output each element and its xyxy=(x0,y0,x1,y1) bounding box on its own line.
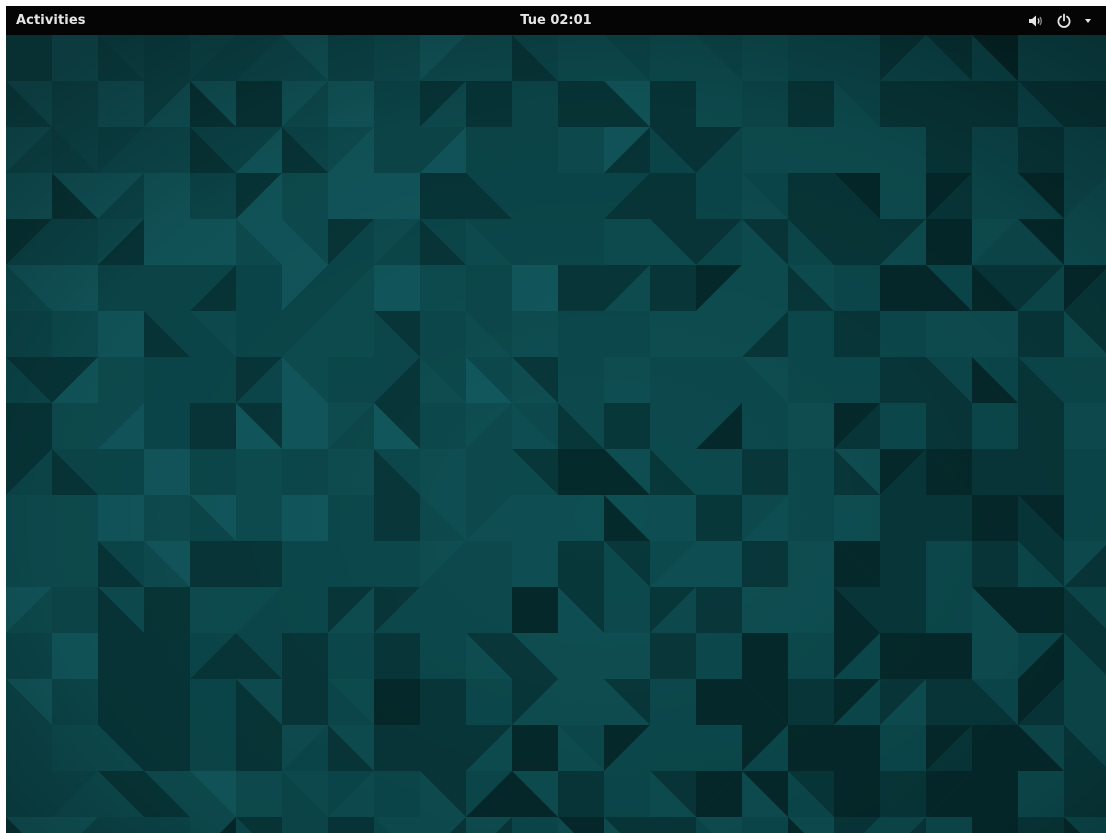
clock-button[interactable]: Tue 02:01 xyxy=(520,6,591,35)
power-icon[interactable] xyxy=(1056,13,1072,29)
desktop-wallpaper xyxy=(6,35,1106,833)
top-bar: Activities Tue 02:01 xyxy=(6,6,1106,35)
wallpaper-pattern xyxy=(6,35,1106,833)
volume-icon[interactable] xyxy=(1028,14,1044,28)
activities-button[interactable]: Activities xyxy=(16,6,86,35)
screen: Activities Tue 02:01 xyxy=(0,0,1106,833)
system-status-menu[interactable] xyxy=(1028,6,1092,35)
dropdown-arrow-icon[interactable] xyxy=(1084,18,1092,24)
